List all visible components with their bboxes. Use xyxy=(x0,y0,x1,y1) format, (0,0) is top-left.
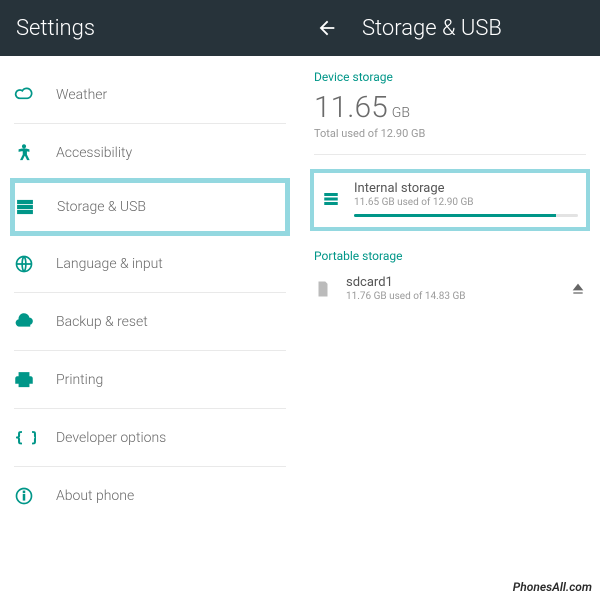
settings-item-label: Printing xyxy=(56,372,103,388)
portable-storage-section: Portable storage sdcard1 11.76 GB used o… xyxy=(314,249,586,336)
sdcard-title: sdcard1 xyxy=(346,275,558,290)
sdcard-info: sdcard1 11.76 GB used of 14.83 GB xyxy=(346,275,558,302)
internal-storage-subtext: 11.65 GB used of 12.90 GB xyxy=(354,197,578,208)
portable-storage-label: Portable storage xyxy=(314,249,586,263)
settings-list: Weather Accessibility Storage & USB Lang… xyxy=(0,56,300,600)
storage-icon xyxy=(15,197,57,217)
settings-header: Settings xyxy=(0,0,300,56)
settings-item-label: Language & input xyxy=(56,256,163,272)
settings-item-printing[interactable]: Printing xyxy=(14,351,286,409)
sdcard-icon xyxy=(314,278,346,300)
settings-item-label: Developer options xyxy=(56,430,166,446)
divider xyxy=(314,154,586,155)
internal-storage-row[interactable]: Internal storage 11.65 GB used of 12.90 … xyxy=(310,169,590,231)
total-used-value: 11.65GB xyxy=(314,90,586,125)
storage-icon xyxy=(322,190,354,208)
settings-item-storage[interactable]: Storage & USB xyxy=(10,178,290,236)
eject-icon[interactable] xyxy=(558,281,586,297)
developer-icon: { } xyxy=(14,428,56,448)
storage-header: Storage & USB xyxy=(300,0,600,56)
weather-icon xyxy=(14,85,56,105)
storage-title: Storage & USB xyxy=(362,16,502,41)
internal-storage-progress-fill xyxy=(354,214,556,217)
settings-item-label: Backup & reset xyxy=(56,314,148,330)
settings-item-label: Storage & USB xyxy=(57,199,146,215)
settings-item-label: About phone xyxy=(56,488,134,504)
storage-panel: Storage & USB Device storage 11.65GB Tot… xyxy=(300,0,600,600)
sdcard-row[interactable]: sdcard1 11.76 GB used of 14.83 GB xyxy=(314,269,586,336)
used-unit: GB xyxy=(392,105,410,121)
svg-text:{ }: { } xyxy=(15,430,36,445)
internal-storage-info: Internal storage 11.65 GB used of 12.90 … xyxy=(354,181,578,217)
accessibility-icon xyxy=(14,143,56,163)
back-icon[interactable] xyxy=(316,17,338,39)
settings-title: Settings xyxy=(16,16,95,41)
settings-item-weather[interactable]: Weather xyxy=(14,66,286,124)
total-used-subtext: Total used of 12.90 GB xyxy=(314,127,586,140)
language-icon xyxy=(14,254,56,274)
settings-item-label: Weather xyxy=(56,87,107,103)
internal-storage-progress xyxy=(354,214,578,217)
settings-item-language[interactable]: Language & input xyxy=(14,235,286,293)
watermark: PhonesAll.com xyxy=(513,580,592,594)
used-number: 11.65 xyxy=(314,90,388,125)
backup-icon xyxy=(14,312,56,332)
settings-item-backup[interactable]: Backup & reset xyxy=(14,293,286,351)
printing-icon xyxy=(14,370,56,390)
settings-panel: Settings Weather Accessibility Storage &… xyxy=(0,0,300,600)
settings-item-developer[interactable]: { } Developer options xyxy=(14,409,286,467)
sdcard-subtext: 11.76 GB used of 14.83 GB xyxy=(346,291,558,302)
storage-content: Device storage 11.65GB Total used of 12.… xyxy=(300,56,600,600)
settings-item-label: Accessibility xyxy=(56,145,132,161)
internal-storage-title: Internal storage xyxy=(354,181,578,196)
settings-item-accessibility[interactable]: Accessibility xyxy=(14,124,286,182)
device-storage-label: Device storage xyxy=(314,70,586,84)
settings-item-about[interactable]: About phone xyxy=(14,467,286,525)
about-icon xyxy=(14,486,56,506)
